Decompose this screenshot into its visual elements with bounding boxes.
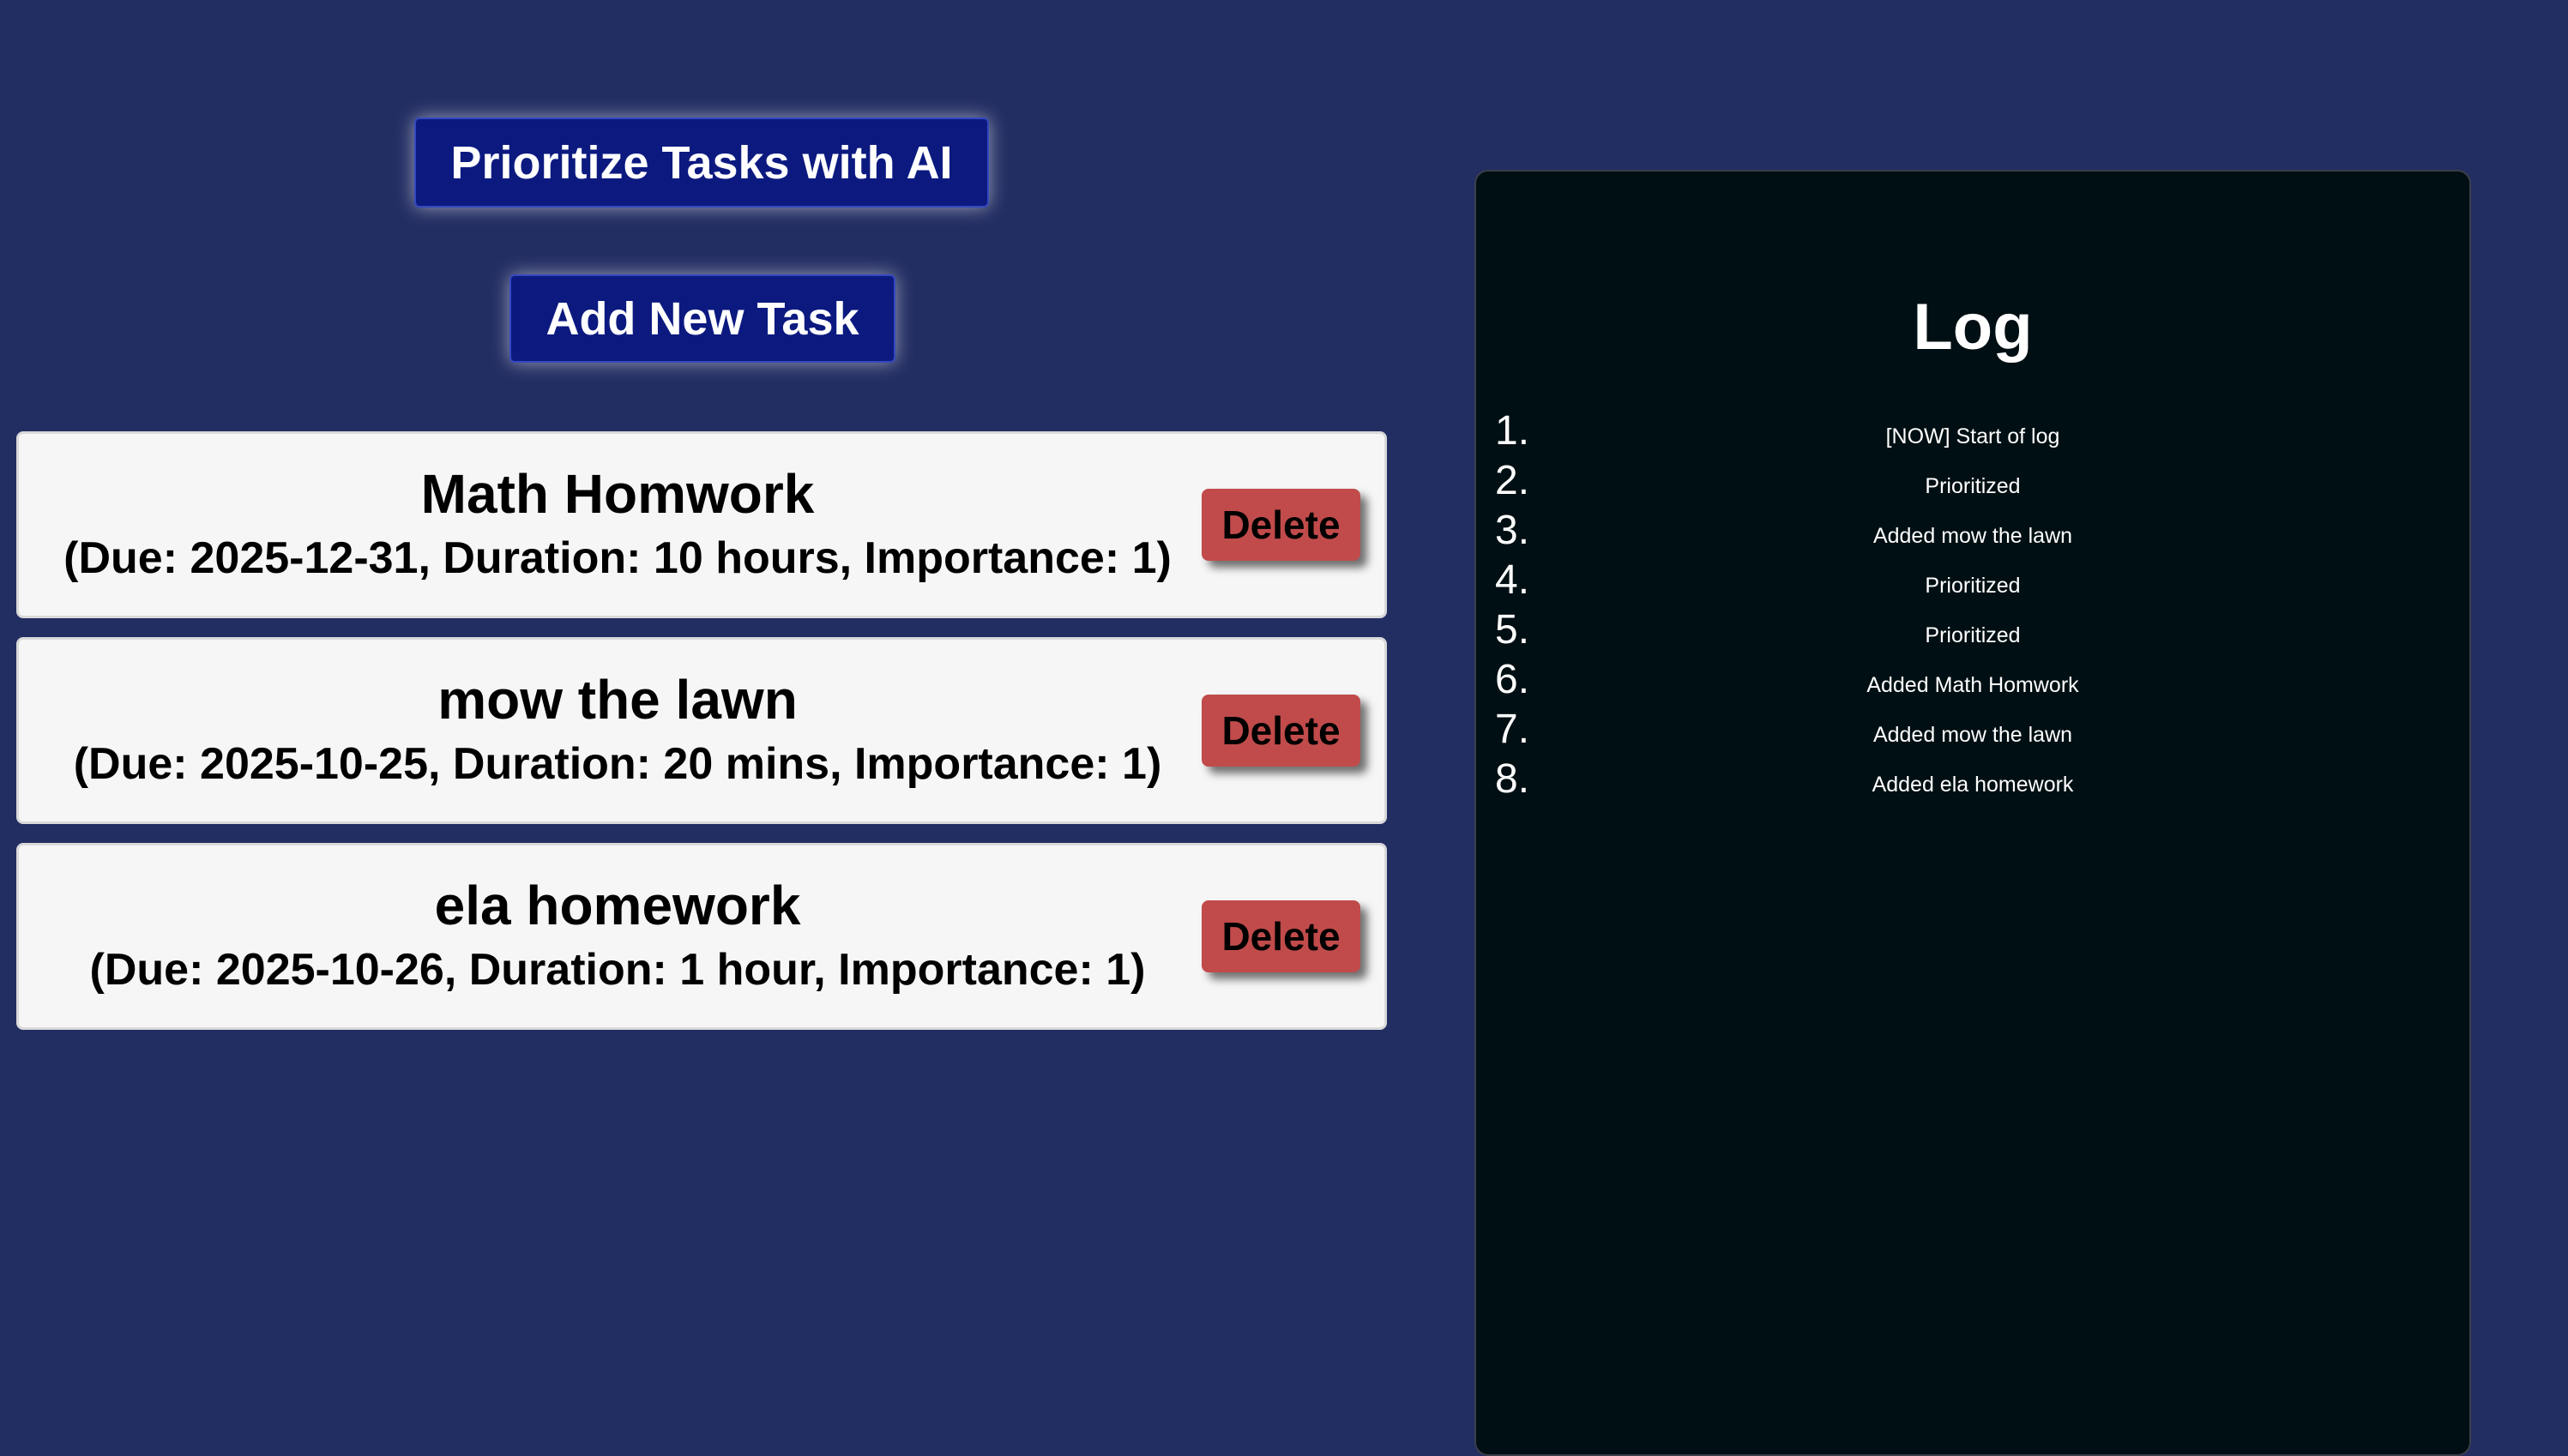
task-text: Math Homwork (Due: 2025-12-31, Duration:… <box>19 434 1216 616</box>
log-entry: 4. Prioritized <box>1495 556 2469 605</box>
log-entry: 7. Added mow the lawn <box>1495 705 2469 755</box>
log-entry: 1. [NOW] Start of log <box>1495 406 2469 456</box>
task-details: (Due: 2025-10-25, Duration: 20 mins, Imp… <box>73 739 1162 789</box>
log-entry-text: Prioritized <box>1925 574 2021 598</box>
log-entry-text: Added mow the lawn <box>1872 524 2073 548</box>
log-title: Log <box>1913 291 2033 364</box>
log-entry-text: Prioritized <box>1925 623 2021 647</box>
delete-task-button[interactable]: Delete <box>1202 900 1360 972</box>
delete-task-button[interactable]: Delete <box>1202 695 1360 767</box>
task-card-ela-homework: ela homework (Due: 2025-10-26, Duration:… <box>16 843 1387 1030</box>
task-text: mow the lawn (Due: 2025-10-25, Duration:… <box>19 640 1216 821</box>
task-text: ela homework (Due: 2025-10-26, Duration:… <box>19 845 1216 1027</box>
task-name: Math Homwork <box>420 463 815 525</box>
log-panel: Log 1. [NOW] Start of log 2. Prioritized… <box>1474 170 2471 1456</box>
task-name: ela homework <box>434 875 801 936</box>
log-entry: 3. Added mow the lawn <box>1495 506 2469 556</box>
delete-task-button[interactable]: Delete <box>1202 489 1360 561</box>
log-entry: 2. Prioritized <box>1495 456 2469 506</box>
task-card-math-homework: Math Homwork (Due: 2025-12-31, Duration:… <box>16 431 1387 618</box>
add-new-task-button[interactable]: Add New Task <box>509 274 895 363</box>
log-entry-text: Added mow the lawn <box>1872 723 2073 747</box>
log-entry: 5. Prioritized <box>1495 605 2469 655</box>
log-entry-text: Added ela homework <box>1872 773 2074 797</box>
log-list: 1. [NOW] Start of log 2. Prioritized 3. … <box>1495 406 2469 804</box>
task-details: (Due: 2025-10-26, Duration: 1 hour, Impo… <box>89 945 1146 995</box>
task-name: mow the lawn <box>437 669 798 731</box>
log-entry-text: Added Math Homwork <box>1866 673 2079 697</box>
log-entry: 6. Added Math Homwork <box>1495 655 2469 705</box>
log-entry-text: Prioritized <box>1925 474 2021 498</box>
log-entry-text: [NOW] Start of log <box>1885 424 2060 448</box>
prioritize-tasks-button[interactable]: Prioritize Tasks with AI <box>414 117 989 208</box>
log-entry: 8. Added ela homework <box>1495 755 2469 804</box>
task-details: (Due: 2025-12-31, Duration: 10 hours, Im… <box>63 533 1172 583</box>
task-card-mow-the-lawn: mow the lawn (Due: 2025-10-25, Duration:… <box>16 637 1387 824</box>
